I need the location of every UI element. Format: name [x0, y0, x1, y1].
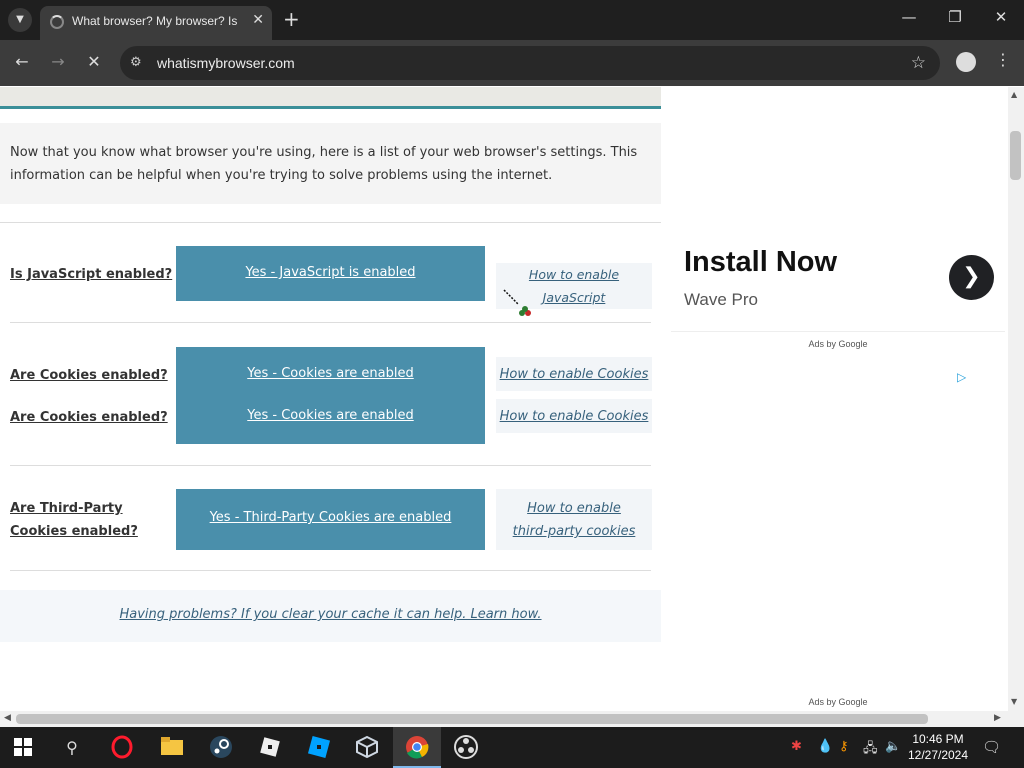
javascript-question[interactable]: Is JavaScript enabled?	[10, 263, 172, 286]
browser-menu-icon[interactable]: ⋮	[995, 50, 1011, 69]
back-button[interactable]: ←	[10, 52, 34, 71]
third-party-howto-link[interactable]: How to enable third-party cookies	[496, 489, 652, 550]
ads-by-google-label[interactable]: Ads by Google	[671, 339, 1005, 349]
third-party-answer[interactable]: Yes - Third-Party Cookies are enabled	[176, 510, 485, 525]
site-settings-icon[interactable]: ⚙	[130, 55, 142, 70]
problems-box: Having problems? If you clear your cache…	[0, 590, 661, 642]
network-icon[interactable]: 🖧	[863, 739, 878, 761]
steam-icon[interactable]	[208, 735, 234, 761]
loading-spinner-icon	[50, 15, 64, 29]
forward-button[interactable]: →	[46, 52, 70, 71]
browser-toolbar: ← → ✕ ⚙ whatismybrowser.com ☆	[0, 40, 1024, 86]
cookies-answer-2[interactable]: Yes - Cookies are enabled	[176, 408, 485, 423]
cookies-howto-link[interactable]: How to enable Cookies	[496, 357, 652, 391]
cookies-answer[interactable]: Yes - Cookies are enabled	[176, 366, 485, 381]
divider	[10, 322, 651, 323]
tray-drop-icon[interactable]: 💧	[817, 739, 833, 754]
section-header	[0, 87, 661, 109]
javascript-answer[interactable]: Yes - JavaScript is enabled	[176, 265, 485, 280]
taskbar: ⚲ ✱ 💧 ⚷ 🖧 🔈 10:46 PM 12/27/2024 🗨	[0, 727, 1024, 768]
bookmark-star-icon[interactable]: ☆	[911, 53, 926, 73]
javascript-answer-box: Yes - JavaScript is enabled	[176, 246, 485, 301]
scroll-up-icon[interactable]: ▲	[1011, 90, 1017, 99]
opera-icon[interactable]	[109, 735, 135, 761]
vertical-scroll-thumb[interactable]	[1010, 131, 1021, 180]
minimize-button[interactable]: —	[894, 8, 924, 26]
restore-button[interactable]: ❐	[940, 8, 970, 26]
profile-avatar-icon[interactable]	[956, 52, 976, 72]
system-clock[interactable]: 10:46 PM 12/27/2024	[905, 731, 971, 763]
vertical-scrollbar[interactable]: ▲ ▼	[1008, 87, 1024, 711]
cookies-answer-box: Yes - Cookies are enabled Yes - Cookies …	[176, 347, 485, 444]
adchoices-icon[interactable]: ▷	[957, 370, 966, 384]
tab-bar: ▼ What browser? My browser? Is ✕ + — ❐ ✕	[0, 0, 1024, 40]
roblox-icon[interactable]	[257, 735, 283, 761]
tab-title: What browser? My browser? Is	[72, 14, 238, 28]
intro-text: Now that you know what browser you're us…	[10, 145, 638, 183]
horizontal-scroll-thumb[interactable]	[16, 714, 928, 724]
stop-button[interactable]: ✕	[82, 52, 106, 71]
roblox-studio-icon[interactable]	[306, 735, 332, 761]
scroll-left-icon[interactable]: ◀	[4, 713, 11, 723]
divider	[10, 570, 651, 571]
scroll-down-icon[interactable]: ▼	[1011, 697, 1017, 706]
divider	[10, 465, 651, 466]
horizontal-scrollbar[interactable]: ◀ ▶	[0, 711, 1008, 727]
ad-banner[interactable]: Install Now Wave Pro ❯	[671, 87, 1005, 332]
chevron-down-icon: ▼	[16, 14, 24, 25]
cookies-howto-link-2[interactable]: How to enable Cookies	[496, 399, 652, 433]
notifications-icon[interactable]: 🗨	[982, 738, 1001, 756]
cookies-question-2[interactable]: Are Cookies enabled?	[10, 406, 168, 429]
search-icon[interactable]: ⚲	[59, 735, 85, 761]
ads-by-google-label-2[interactable]: Ads by Google	[671, 697, 1005, 707]
divider	[0, 222, 661, 223]
scrollbar-corner	[1008, 711, 1024, 727]
clock-date: 12/27/2024	[907, 748, 969, 762]
cookies-question[interactable]: Are Cookies enabled?	[10, 364, 168, 387]
tray-key-icon[interactable]: ⚷	[839, 739, 849, 754]
page-viewport: Now that you know what browser you're us…	[0, 87, 1008, 711]
scroll-right-icon[interactable]: ▶	[994, 713, 1001, 723]
active-tab[interactable]: What browser? My browser? Is ✕	[40, 6, 272, 40]
window-close-button[interactable]: ✕	[986, 8, 1016, 26]
tab-close-icon[interactable]: ✕	[252, 12, 264, 28]
address-bar[interactable]: ⚙ whatismybrowser.com ☆	[120, 46, 940, 80]
volume-icon[interactable]: 🔈	[885, 739, 901, 754]
file-explorer-icon[interactable]	[159, 735, 185, 761]
clear-cache-link[interactable]: Having problems? If you clear your cache…	[0, 607, 661, 622]
ad-title[interactable]: Install Now	[684, 246, 837, 279]
clock-time: 10:46 PM	[912, 732, 964, 746]
virtualbox-icon[interactable]	[354, 735, 380, 761]
chrome-icon[interactable]	[404, 735, 430, 761]
obs-icon[interactable]	[453, 735, 479, 761]
windows-start-icon[interactable]	[14, 738, 32, 756]
new-tab-button[interactable]: +	[283, 8, 300, 30]
tab-search-button[interactable]: ▼	[8, 8, 32, 32]
tray-app-icon[interactable]: ✱	[791, 739, 802, 754]
url-text[interactable]: whatismybrowser.com	[157, 55, 295, 71]
intro-box: Now that you know what browser you're us…	[0, 123, 661, 204]
third-party-answer-box: Yes - Third-Party Cookies are enabled	[176, 489, 485, 550]
ad-arrow-button[interactable]: ❯	[949, 255, 994, 300]
third-party-cookies-question[interactable]: Are Third-Party Cookies enabled?	[10, 497, 150, 543]
resize-cursor-icon	[503, 289, 531, 316]
ad-subtitle[interactable]: Wave Pro	[684, 290, 758, 310]
